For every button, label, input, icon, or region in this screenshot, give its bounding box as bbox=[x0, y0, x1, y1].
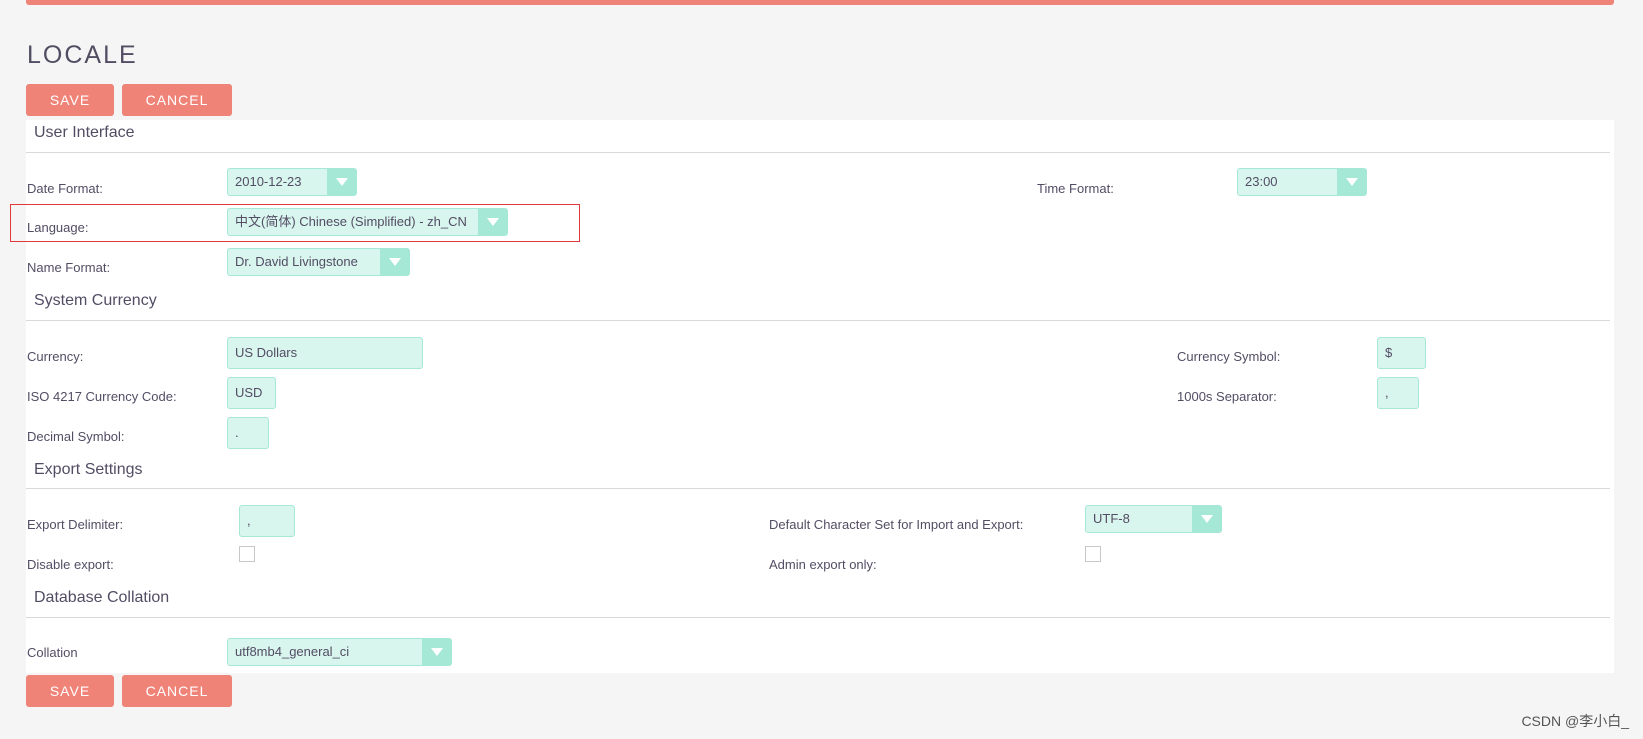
language-select[interactable]: 中文(简体) Chinese (Simplified) - zh_CN bbox=[227, 208, 508, 236]
currency-symbol-value: $ bbox=[1385, 345, 1393, 360]
admin-export-only-checkbox[interactable] bbox=[1085, 546, 1101, 562]
decimal-symbol-input[interactable]: . bbox=[227, 417, 269, 449]
date-format-value: 2010-12-23 bbox=[235, 174, 302, 189]
cancel-button-top[interactable]: CANCEL bbox=[122, 84, 232, 116]
chevron-down-icon bbox=[478, 209, 507, 235]
decimal-symbol-label: Decimal Symbol: bbox=[27, 429, 125, 444]
time-format-label: Time Format: bbox=[1037, 181, 1114, 196]
currency-symbol-label: Currency Symbol: bbox=[1177, 349, 1281, 364]
currency-value: US Dollars bbox=[235, 345, 298, 360]
default-charset-select[interactable]: UTF-8 bbox=[1085, 505, 1222, 533]
chevron-down-icon bbox=[380, 249, 409, 275]
admin-export-only-label: Admin export only: bbox=[769, 557, 877, 572]
disable-export-checkbox[interactable] bbox=[239, 546, 255, 562]
name-format-label: Name Format: bbox=[27, 260, 111, 275]
currency-symbol-input[interactable]: $ bbox=[1377, 337, 1426, 369]
time-format-value: 23:00 bbox=[1245, 174, 1278, 189]
section-divider bbox=[26, 488, 1610, 489]
decimal-symbol-value: . bbox=[235, 425, 239, 440]
date-format-label: Date Format: bbox=[27, 181, 103, 196]
top-accent-bar bbox=[26, 0, 1614, 5]
chevron-down-icon bbox=[422, 639, 451, 665]
thousands-separator-input[interactable]: , bbox=[1377, 377, 1419, 409]
disable-export-label: Disable export: bbox=[27, 557, 114, 572]
date-format-select[interactable]: 2010-12-23 bbox=[227, 168, 357, 196]
watermark: CSDN @李小白_ bbox=[1521, 713, 1629, 729]
currency-label: Currency: bbox=[27, 349, 84, 364]
section-title-export-settings: Export Settings bbox=[34, 461, 143, 478]
default-charset-value: UTF-8 bbox=[1093, 511, 1130, 526]
section-title-user-interface: User Interface bbox=[34, 124, 135, 141]
collation-select[interactable]: utf8mb4_general_ci bbox=[227, 638, 452, 666]
section-divider bbox=[26, 152, 1610, 153]
name-format-value: Dr. David Livingstone bbox=[235, 254, 358, 269]
name-format-select[interactable]: Dr. David Livingstone bbox=[227, 248, 410, 276]
iso-code-label: ISO 4217 Currency Code: bbox=[27, 389, 177, 404]
iso-code-value: USD bbox=[235, 385, 263, 400]
export-delimiter-input[interactable]: , bbox=[239, 505, 295, 537]
section-divider bbox=[26, 617, 1610, 618]
chevron-down-icon bbox=[327, 169, 356, 195]
page-title: LOCALE bbox=[27, 40, 138, 69]
thousands-separator-value: , bbox=[1385, 385, 1389, 400]
language-value: 中文(简体) Chinese (Simplified) - zh_CN bbox=[235, 214, 467, 229]
iso-code-input[interactable]: USD bbox=[227, 377, 276, 409]
section-divider bbox=[26, 320, 1610, 321]
default-charset-label: Default Character Set for Import and Exp… bbox=[769, 517, 1024, 532]
section-title-system-currency: System Currency bbox=[34, 292, 157, 309]
language-label: Language: bbox=[27, 220, 89, 235]
export-delimiter-value: , bbox=[247, 513, 251, 528]
section-title-database-collation: Database Collation bbox=[34, 589, 170, 606]
collation-label: Collation bbox=[27, 645, 78, 660]
chevron-down-icon bbox=[1192, 506, 1221, 532]
time-format-select[interactable]: 23:00 bbox=[1237, 168, 1367, 196]
export-delimiter-label: Export Delimiter: bbox=[27, 517, 124, 532]
currency-input[interactable]: US Dollars bbox=[227, 337, 423, 369]
collation-value: utf8mb4_general_ci bbox=[235, 644, 350, 659]
save-button-bottom[interactable]: SAVE bbox=[26, 675, 114, 707]
chevron-down-icon bbox=[1337, 169, 1366, 195]
save-button-top[interactable]: SAVE bbox=[26, 84, 114, 116]
thousands-separator-label: 1000s Separator: bbox=[1177, 389, 1277, 404]
cancel-button-bottom[interactable]: CANCEL bbox=[122, 675, 232, 707]
